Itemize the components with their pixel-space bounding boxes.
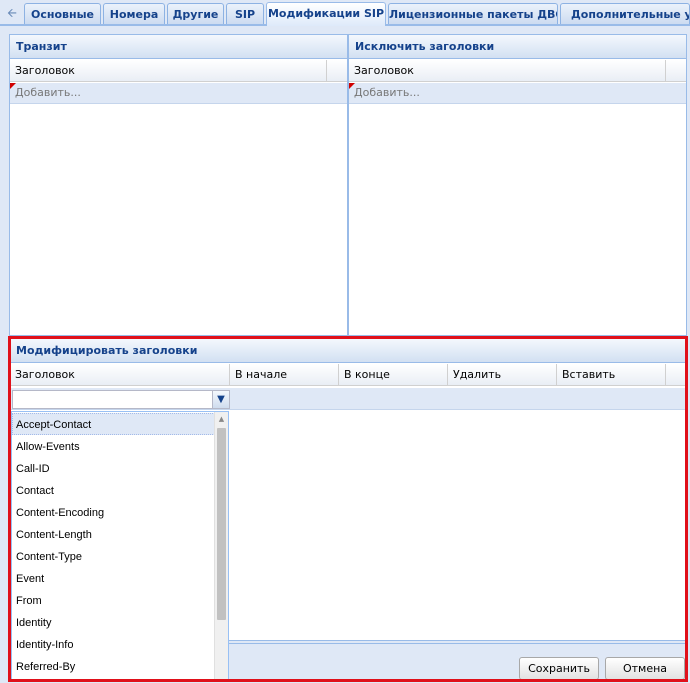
- exclude-panel-title: Исключить заголовки: [349, 35, 686, 59]
- dropdown-option[interactable]: Content-Length: [12, 523, 215, 545]
- tab-sip-modifications[interactable]: Модификации SIP: [266, 2, 386, 26]
- save-button[interactable]: Сохранить: [519, 657, 599, 680]
- dropdown-option[interactable]: Accept-Contact: [12, 413, 215, 435]
- exclude-column-menu[interactable]: [666, 60, 686, 81]
- modify-grid-header: Заголовок В начале В конце Удалить Встав…: [10, 364, 686, 386]
- modify-column-at-end[interactable]: В конце: [339, 364, 448, 385]
- tab-additional[interactable]: Дополнительные у: [560, 3, 690, 25]
- scroll-up-arrow-icon[interactable]: ▲: [215, 412, 228, 426]
- cancel-button[interactable]: Отмена: [605, 657, 685, 680]
- modify-panel-title: Модифицировать заголовки: [10, 339, 686, 363]
- modify-column-header[interactable]: Заголовок: [10, 364, 230, 385]
- tab-sip[interactable]: SIP: [226, 3, 264, 25]
- dropdown-option[interactable]: Contact: [12, 479, 215, 501]
- header-combo-input[interactable]: [13, 391, 212, 408]
- tab-scroll-left-icon[interactable]: 🡨: [3, 3, 21, 23]
- exclude-add-placeholder: Добавить...: [354, 86, 420, 99]
- transit-grid-header: Заголовок: [10, 60, 347, 82]
- scrollbar-thumb[interactable]: [217, 428, 226, 620]
- dirty-marker-icon: [10, 83, 16, 89]
- dropdown-option[interactable]: From: [12, 589, 215, 611]
- modify-column-insert[interactable]: Вставить: [557, 364, 666, 385]
- tab-numbers[interactable]: Номера: [103, 3, 165, 25]
- transit-add-placeholder: Добавить...: [15, 86, 81, 99]
- exclude-headers-panel: Исключить заголовки Заголовок Добавить..…: [348, 34, 687, 336]
- exclude-column-header[interactable]: Заголовок: [349, 60, 666, 81]
- dropdown-option[interactable]: Call-ID: [12, 457, 215, 479]
- dropdown-option[interactable]: Identity: [12, 611, 215, 633]
- dirty-marker-icon: [349, 83, 355, 89]
- modify-edit-row: ▼: [10, 388, 686, 410]
- tab-license-packages[interactable]: Лицензионные пакеты ДВО: [388, 3, 558, 25]
- exclude-add-row[interactable]: Добавить...: [349, 83, 686, 104]
- transit-panel: Транзит Заголовок Добавить...: [9, 34, 348, 336]
- tab-other[interactable]: Другие: [167, 3, 224, 25]
- transit-column-menu[interactable]: [327, 60, 347, 81]
- exclude-grid-header: Заголовок: [349, 60, 686, 82]
- dropdown-scrollbar[interactable]: ▲: [214, 412, 228, 680]
- header-dropdown-list[interactable]: Accept-Contact Allow-Events Call-ID Cont…: [11, 411, 229, 681]
- chevron-down-icon[interactable]: ▼: [212, 391, 229, 408]
- tab-main[interactable]: Основные: [24, 3, 101, 25]
- transit-column-header[interactable]: Заголовок: [10, 60, 327, 81]
- tab-strip: 🡨 Основные Номера Другие SIP Модификации…: [0, 0, 690, 26]
- dropdown-option[interactable]: Referred-By: [12, 655, 215, 677]
- dropdown-option[interactable]: Event: [12, 567, 215, 589]
- dropdown-option[interactable]: Content-Encoding: [12, 501, 215, 523]
- dropdown-option[interactable]: Content-Type: [12, 545, 215, 567]
- transit-add-row[interactable]: Добавить...: [10, 83, 347, 104]
- transit-panel-title: Транзит: [10, 35, 347, 59]
- dropdown-option[interactable]: Identity-Info: [12, 633, 215, 655]
- dropdown-option[interactable]: Allow-Events: [12, 435, 215, 457]
- modify-column-at-start[interactable]: В начале: [230, 364, 339, 385]
- modify-column-delete[interactable]: Удалить: [448, 364, 557, 385]
- header-combo[interactable]: ▼: [12, 390, 230, 409]
- modify-column-menu[interactable]: [666, 364, 686, 385]
